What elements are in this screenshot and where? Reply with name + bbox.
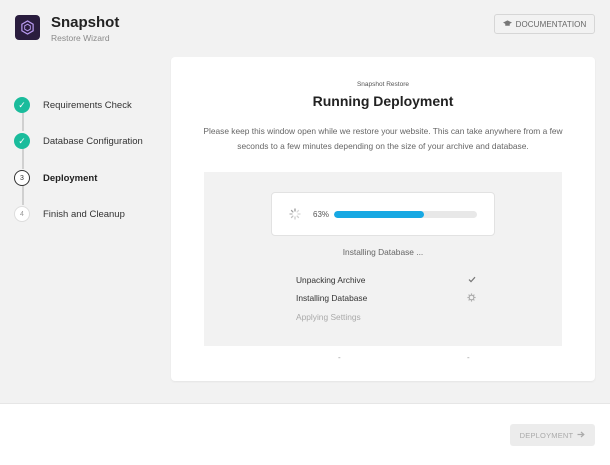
task-installing-database: Installing Database [296, 291, 476, 305]
app-subtitle: Restore Wizard [51, 33, 110, 43]
page-title: Running Deployment [312, 93, 454, 109]
step-label: Database Configuration [43, 135, 143, 147]
step-label: Requirements Check [43, 99, 132, 111]
divider-mark: - [338, 353, 341, 362]
deployment-card: Snapshot Restore Running Deployment Plea… [171, 57, 595, 381]
documentation-button[interactable]: DOCUMENTATION [494, 14, 595, 34]
header: Snapshot Restore Wizard DOCUMENTATION [0, 0, 610, 56]
card-description: Please keep this window open while we re… [203, 126, 563, 151]
step-connector [22, 149, 24, 169]
app-logo [15, 15, 40, 40]
progress-status: Installing Database ... [342, 247, 424, 257]
step-number: 4 [14, 206, 30, 222]
step-label: Finish and Cleanup [43, 208, 125, 220]
deployment-label: DEPLOYMENT [519, 430, 574, 440]
step-database-configuration[interactable]: ✓ Database Configuration [14, 131, 164, 151]
documentation-label: DOCUMENTATION [515, 19, 587, 29]
task-label: Installing Database [296, 293, 368, 303]
app-title: Snapshot [51, 14, 120, 31]
footer: DEPLOYMENT [0, 403, 610, 465]
task-label: Unpacking Archive [296, 275, 366, 285]
step-connector [22, 113, 24, 131]
spinner-icon [289, 208, 301, 220]
step-number: 3 [14, 170, 30, 186]
progress-bar [334, 211, 477, 218]
step-deployment[interactable]: 3 Deployment [14, 168, 164, 188]
task-unpacking-archive: Unpacking Archive [296, 273, 476, 287]
check-icon: ✓ [14, 97, 30, 113]
check-icon [468, 276, 476, 285]
card-eyebrow: Snapshot Restore [356, 81, 410, 88]
snapshot-hexagon-icon [21, 20, 34, 35]
task-label: Applying Settings [296, 312, 361, 322]
check-icon: ✓ [14, 133, 30, 149]
step-label: Deployment [43, 172, 98, 184]
step-requirements-check[interactable]: ✓ Requirements Check [14, 95, 164, 115]
arrow-right-icon [577, 431, 586, 440]
progress-box: 63% [271, 192, 495, 236]
step-finish-and-cleanup[interactable]: 4 Finish and Cleanup [14, 204, 164, 224]
progress-bar-fill [334, 211, 425, 218]
deployment-button[interactable]: DEPLOYMENT [510, 424, 595, 446]
step-connector [22, 186, 24, 205]
progress-panel: 63% Installing Database ... Unpacking Ar… [204, 172, 562, 346]
graduation-cap-icon [502, 19, 512, 29]
divider-mark: - [467, 353, 470, 362]
progress-percent: 63% [313, 210, 330, 219]
gear-icon [467, 292, 476, 304]
task-applying-settings: Applying Settings [296, 310, 476, 324]
